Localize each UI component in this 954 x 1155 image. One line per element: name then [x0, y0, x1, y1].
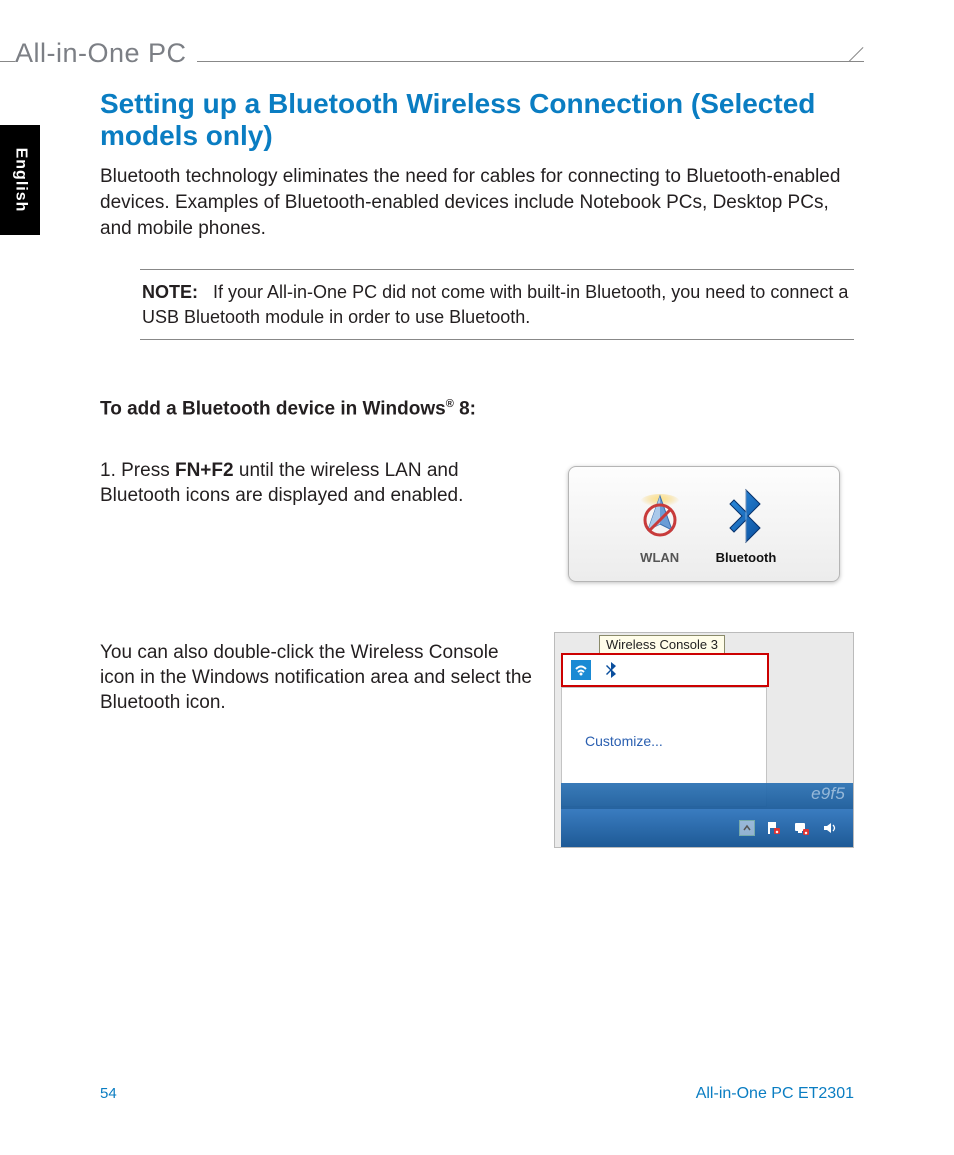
content-area: Setting up a Bluetooth Wireless Connecti…	[100, 88, 854, 848]
step-2-row: You can also double-click the Wireless C…	[100, 632, 854, 848]
note-text: If your All-in-One PC did not come with …	[142, 282, 848, 326]
wlan-item: WLAN	[632, 490, 688, 565]
volume-icon[interactable]	[821, 819, 839, 837]
language-label: English	[11, 148, 29, 213]
page-header: All-in-One PC	[0, 50, 954, 74]
wireless-console-tooltip: Wireless Console 3	[599, 635, 725, 654]
network-icon[interactable]	[793, 819, 811, 837]
language-tab: English	[0, 125, 40, 235]
step-1-key: FN+F2	[175, 460, 234, 481]
registered-mark: ®	[446, 398, 454, 410]
header-brand: All-in-One PC	[15, 38, 197, 69]
header-diagonal	[851, 50, 879, 72]
bluetooth-label: Bluetooth	[716, 550, 777, 565]
step-1-number: 1.	[100, 460, 121, 481]
step-1-text: 1. Press FN+F2 until the wireless LAN an…	[100, 458, 534, 508]
footer-model: All-in-One PC ET2301	[696, 1085, 854, 1103]
step-1-row: 1. Press FN+F2 until the wireless LAN an…	[100, 458, 854, 582]
wlan-icon	[632, 490, 688, 546]
window-title-fragment: e9f5	[811, 784, 845, 804]
window-titlebar	[561, 783, 853, 811]
figure-1-container: WLAN	[554, 458, 854, 582]
wlan-label: WLAN	[640, 550, 679, 565]
wifi-tray-icon[interactable]	[571, 660, 591, 680]
bluetooth-tray-icon[interactable]	[601, 660, 621, 680]
step-1-pre: Press	[121, 460, 175, 481]
note-label: NOTE:	[142, 282, 198, 302]
wireless-panel: WLAN	[568, 466, 840, 582]
subhead-prefix: To add a Bluetooth device in Windows	[100, 398, 446, 419]
taskbar	[561, 809, 853, 847]
tray-expand-icon[interactable]	[739, 820, 755, 836]
subheading: To add a Bluetooth device in Windows® 8:	[100, 398, 854, 420]
customize-link[interactable]: Customize...	[585, 733, 663, 749]
bluetooth-item: Bluetooth	[716, 490, 777, 565]
page-footer: 54 All-in-One PC ET2301	[100, 1085, 854, 1103]
bluetooth-icon	[718, 490, 774, 546]
intro-paragraph: Bluetooth technology eliminates the need…	[100, 164, 854, 241]
section-title: Setting up a Bluetooth Wireless Connecti…	[100, 88, 854, 152]
page-number: 54	[100, 1085, 117, 1102]
tray-popup-highlight	[561, 653, 769, 687]
figure-2-notification-area: Wireless Console 3 Customize... e9f5	[554, 632, 854, 848]
subhead-suffix: 8:	[454, 398, 476, 419]
note-box: NOTE: If your All-in-One PC did not come…	[140, 269, 854, 340]
action-center-icon[interactable]	[765, 819, 783, 837]
step-2-text: You can also double-click the Wireless C…	[100, 632, 534, 715]
